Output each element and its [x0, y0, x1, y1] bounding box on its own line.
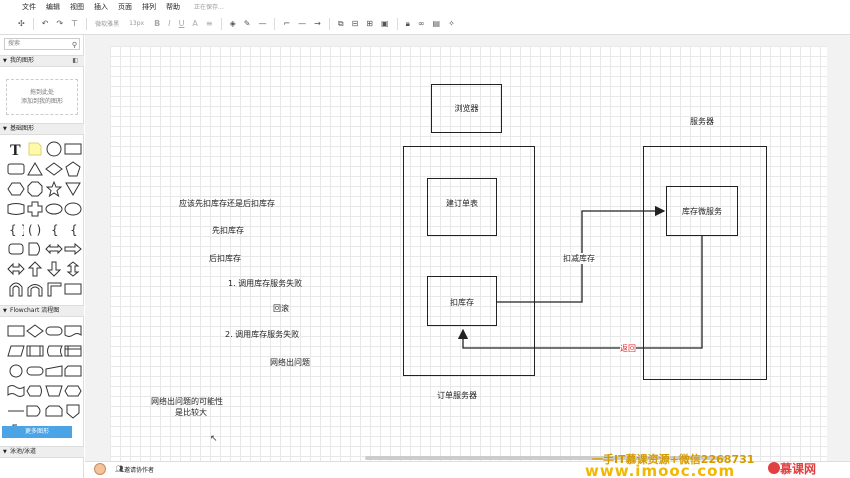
- watermark-url: www.imooc.com: [585, 462, 736, 478]
- add-user-icon[interactable]: 👥︎: [115, 465, 124, 473]
- connector-arrows: [457, 205, 703, 349]
- mouse-cursor-icon: ↖: [210, 434, 218, 444]
- imooc-logo-icon: [768, 462, 780, 474]
- return-label[interactable]: 返回: [620, 343, 636, 354]
- avatar[interactable]: [94, 463, 106, 475]
- deduct-stock-label[interactable]: 扣减库存: [563, 253, 595, 264]
- brand-logo-text: 慕课网: [780, 462, 817, 476]
- invite-collaborator-link[interactable]: 邀请协作者: [124, 465, 154, 474]
